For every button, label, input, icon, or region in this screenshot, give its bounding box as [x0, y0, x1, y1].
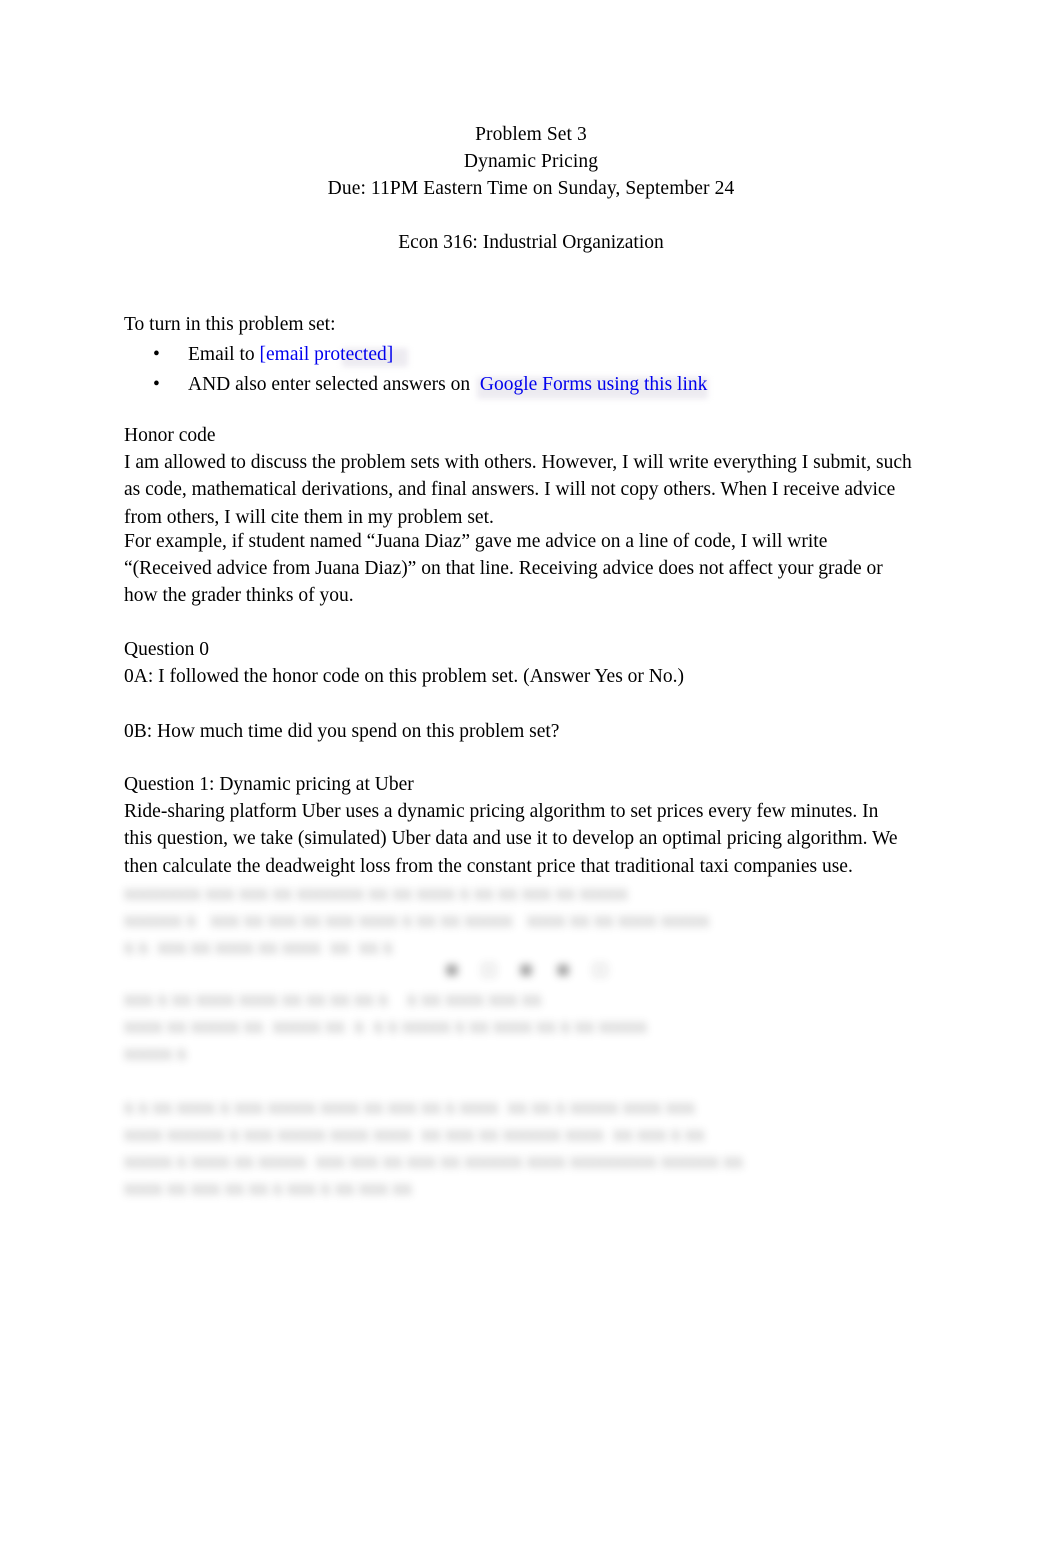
redacted-paragraph-3: x x xx xxxx x xxx xxxxx xxxx xx xxx xx x…	[124, 1097, 743, 1199]
header-title-line-1: Problem Set 3	[475, 124, 587, 145]
honor-code-paragraph-1: I am allowed to discuss the problem sets…	[124, 452, 912, 528]
bullet-text-prefix: AND also enter selected answers on	[188, 374, 471, 395]
question-0-heading: Question 0	[124, 639, 210, 660]
list-item: • Email to [email protected]	[124, 341, 920, 369]
header-title-line-2: Dynamic Pricing	[463, 150, 599, 172]
bullet-point-icon: •	[153, 374, 160, 395]
turn-in-intro: To turn in this problem set:	[124, 314, 336, 335]
question-1-section: Question 1: Dynamic pricing at Uber Ride…	[124, 771, 910, 880]
redacted-paragraph-1: xxxxxxxx xxx xxx xx xxxxxxx xx xx xxxx x…	[124, 883, 710, 958]
question-0-part-b: 0B: How much time did you spend on this …	[124, 721, 560, 742]
google-forms-link[interactable]: Google Forms using this link	[480, 374, 708, 395]
bullet-text-prefix: Email to	[188, 344, 255, 365]
turn-in-bullet-list: • Email to [email protected] • AND also …	[124, 341, 920, 399]
honor-code-paragraph-2: For example, if student named “Juana Dia…	[124, 531, 883, 607]
redacted-paragraph-2: xxx x xx xxxx xxxx xx xx xx xx x x xx xx…	[124, 989, 647, 1064]
question-0-part-a: 0A: I followed the honor code on this pr…	[124, 666, 684, 687]
redacted-equation: ■ □ ■ ■ □	[445, 959, 617, 981]
question-1-intro: Ride-sharing platform Uber uses a dynami…	[124, 801, 898, 877]
bullet-point-icon: •	[153, 344, 160, 365]
question-0-part-b-wrapper: 0B: How much time did you spend on this …	[124, 718, 920, 745]
honor-code-example-section: For example, if student named “Juana Dia…	[124, 528, 914, 610]
document-page: Problem Set 3 Dynamic Pricing Due: 11PM …	[0, 0, 1062, 1561]
question-0-section: Question 0 0A: I followed the honor code…	[124, 636, 920, 690]
honor-code-heading: Honor code	[124, 425, 216, 446]
course-title: Econ 316: Industrial Organization	[398, 232, 664, 253]
email-link-wrapper[interactable]: [email protected]	[260, 344, 408, 367]
header-due-date-line: Due: 11PM Eastern Time on Sunday, Septem…	[327, 177, 735, 199]
email-link[interactable]: [email protected]	[260, 344, 394, 365]
honor-code-section: Honor code I am allowed to discuss the p…	[124, 422, 922, 531]
google-forms-link-wrapper[interactable]: Google Forms using this link	[476, 374, 708, 399]
document-header: Problem Set 3 Dynamic Pricing Due: 11PM …	[0, 122, 1062, 202]
question-1-heading: Question 1: Dynamic pricing at Uber	[124, 774, 414, 795]
list-item: • AND also enter selected answers on Goo…	[124, 371, 920, 399]
turn-in-section: To turn in this problem set: • Email to …	[124, 311, 920, 399]
